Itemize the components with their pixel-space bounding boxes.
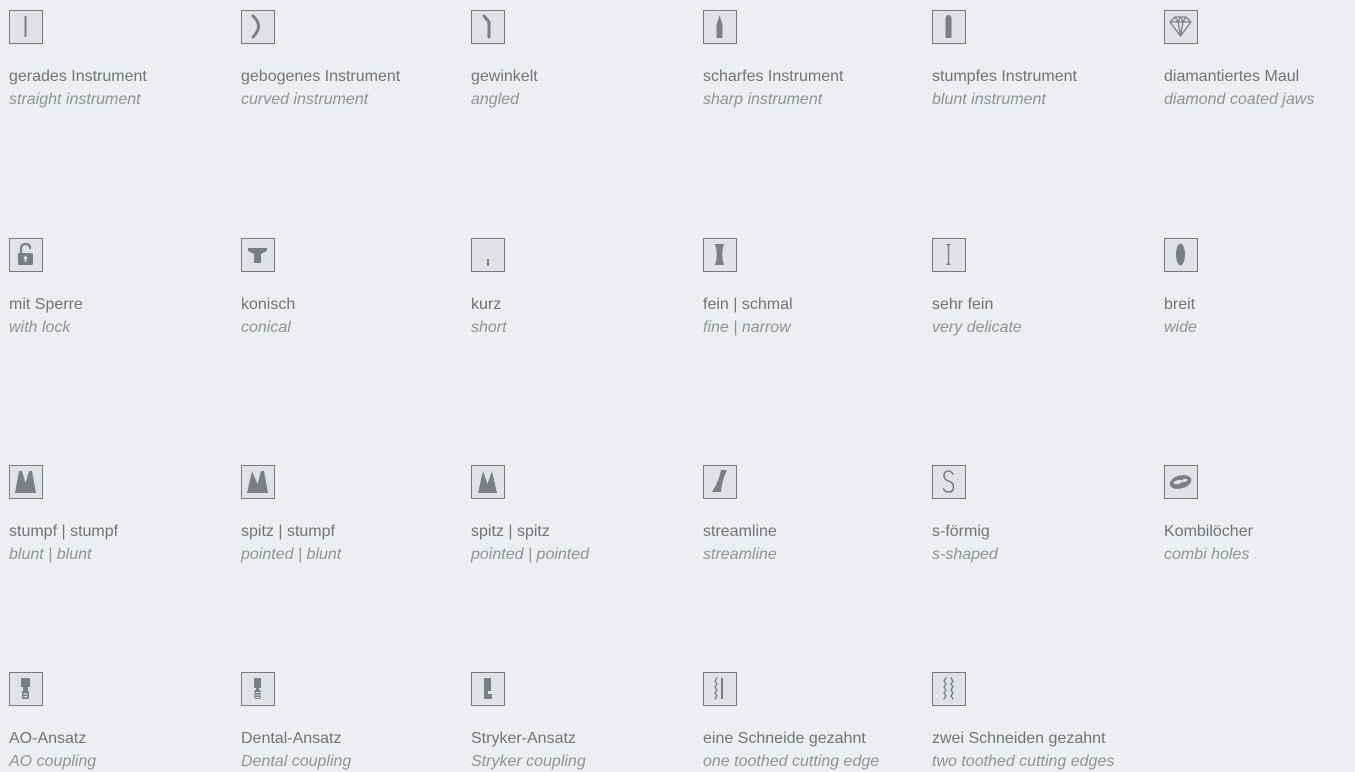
- label-en: sharp instrument: [703, 91, 823, 108]
- legend-item-s-shaped: s-förmig s-shaped: [932, 465, 1162, 565]
- label-de: sehr fein: [932, 296, 994, 313]
- label-en: pointed | blunt: [241, 546, 342, 563]
- label-en: pointed | pointed: [471, 546, 590, 563]
- legend-item-very-delicate: sehr fein very delicate: [932, 238, 1162, 338]
- label-en: blunt instrument: [932, 91, 1046, 108]
- legend-item-stryker-coupling: Stryker-Ansatz Stryker coupling: [471, 672, 701, 772]
- lock-icon: [9, 238, 43, 272]
- label-de: gebogenes Instrument: [241, 68, 401, 85]
- label-en: angled: [471, 91, 520, 108]
- legend-item-ao-coupling: AO-Ansatz AO coupling: [9, 672, 239, 772]
- short-icon: [471, 238, 505, 272]
- label-en: AO coupling: [9, 753, 97, 770]
- angled-icon: [471, 10, 505, 44]
- legend-item-dental-coupling: Dental-Ansatz Dental coupling: [241, 672, 471, 772]
- label-en: blunt | blunt: [9, 546, 92, 563]
- legend-item-diamond-coated-jaws: diamantiertes Maul diamond coated jaws: [1164, 10, 1355, 110]
- label-de: fein | schmal: [703, 296, 793, 313]
- legend-item-pointed-blunt: spitz | stumpf pointed | blunt: [241, 465, 471, 565]
- label-en: curved instrument: [241, 91, 369, 108]
- label-en: conical: [241, 319, 291, 336]
- sharp-instrument-icon: [703, 10, 737, 44]
- label-de: streamline: [703, 523, 777, 540]
- wide-icon: [1164, 238, 1198, 272]
- label-de: Dental-Ansatz: [241, 730, 342, 747]
- legend-item-conical: konisch conical: [241, 238, 471, 338]
- legend-item-curved-instrument: gebogenes Instrument curved instrument: [241, 10, 471, 110]
- label-en: straight instrument: [9, 91, 141, 108]
- label-de: stumpf | stumpf: [9, 523, 119, 540]
- label-de: AO-Ansatz: [9, 730, 87, 747]
- label-de: zwei Schneiden gezahnt: [932, 730, 1106, 747]
- label-en: s-shaped: [932, 546, 998, 563]
- label-en: combi holes: [1164, 546, 1250, 563]
- label-de: Stryker-Ansatz: [471, 730, 576, 747]
- curved-instrument-icon: [241, 10, 275, 44]
- legend-item-short: kurz short: [471, 238, 701, 338]
- label-de: mit Sperre: [9, 296, 83, 313]
- ao-coupling-icon: [9, 672, 43, 706]
- label-en: wide: [1164, 319, 1197, 336]
- legend-item-wide: breit wide: [1164, 238, 1355, 338]
- blunt-blunt-icon: [9, 465, 43, 499]
- legend-item-two-toothed-edges: zwei Schneiden gezahnt two toothed cutti…: [932, 672, 1162, 772]
- label-en: Stryker coupling: [471, 753, 586, 770]
- label-de: kurz: [471, 296, 502, 313]
- pointed-blunt-icon: [241, 465, 275, 499]
- legend-item-with-lock: mit Sperre with lock: [9, 238, 239, 338]
- label-de: breit: [1164, 296, 1196, 313]
- legend-item-streamline: streamline streamline: [703, 465, 933, 565]
- label-de: gewinkelt: [471, 68, 538, 85]
- stryker-coupling-icon: [471, 672, 505, 706]
- label-en: Dental coupling: [241, 753, 352, 770]
- legend-item-sharp-instrument: scharfes Instrument sharp instrument: [703, 10, 933, 110]
- label-en: fine | narrow: [703, 319, 791, 336]
- one-toothed-edge-icon: [703, 672, 737, 706]
- legend-item-blunt-blunt: stumpf | stumpf blunt | blunt: [9, 465, 239, 565]
- legend-item-one-toothed-edge: eine Schneide gezahnt one toothed cuttin…: [703, 672, 933, 772]
- legend-item-combi-holes: Kombilöcher combi holes: [1164, 465, 1355, 565]
- legend-item-angled: gewinkelt angled: [471, 10, 701, 110]
- label-en: very delicate: [932, 319, 1022, 336]
- label-en: diamond coated jaws: [1164, 91, 1315, 108]
- straight-instrument-icon: [9, 10, 43, 44]
- label-en: short: [471, 319, 507, 336]
- fine-narrow-icon: [703, 238, 737, 272]
- legend-item-pointed-pointed: spitz | spitz pointed | pointed: [471, 465, 701, 565]
- diamond-icon: [1164, 10, 1198, 44]
- label-de: spitz | spitz: [471, 523, 550, 540]
- legend-item-blunt-instrument: stumpfes Instrument blunt instrument: [932, 10, 1162, 110]
- label-en: with lock: [9, 319, 71, 336]
- legend-item-straight-instrument: gerades Instrument straight instrument: [9, 10, 239, 110]
- label-de: scharfes Instrument: [703, 68, 844, 85]
- legend-item-fine-narrow: fein | schmal fine | narrow: [703, 238, 933, 338]
- label-de: s-förmig: [932, 523, 990, 540]
- s-shaped-icon: [932, 465, 966, 499]
- label-en: one toothed cutting edge: [703, 753, 880, 770]
- label-de: stumpfes Instrument: [932, 68, 1077, 85]
- label-en: two toothed cutting edges: [932, 753, 1115, 770]
- two-toothed-edges-icon: [932, 672, 966, 706]
- pointed-pointed-icon: [471, 465, 505, 499]
- very-delicate-icon: [932, 238, 966, 272]
- label-de: spitz | stumpf: [241, 523, 335, 540]
- conical-icon: [241, 238, 275, 272]
- label-de: gerades Instrument: [9, 68, 147, 85]
- blunt-instrument-icon: [932, 10, 966, 44]
- symbol-legend: gerades Instrument straight instrument g…: [0, 0, 1355, 772]
- label-en: streamline: [703, 546, 777, 563]
- streamline-icon: [703, 465, 737, 499]
- label-de: konisch: [241, 296, 296, 313]
- label-de: eine Schneide gezahnt: [703, 730, 866, 747]
- combi-holes-icon: [1164, 465, 1198, 499]
- label-de: diamantiertes Maul: [1164, 68, 1300, 85]
- dental-coupling-icon: [241, 672, 275, 706]
- label-de: Kombilöcher: [1164, 523, 1253, 540]
